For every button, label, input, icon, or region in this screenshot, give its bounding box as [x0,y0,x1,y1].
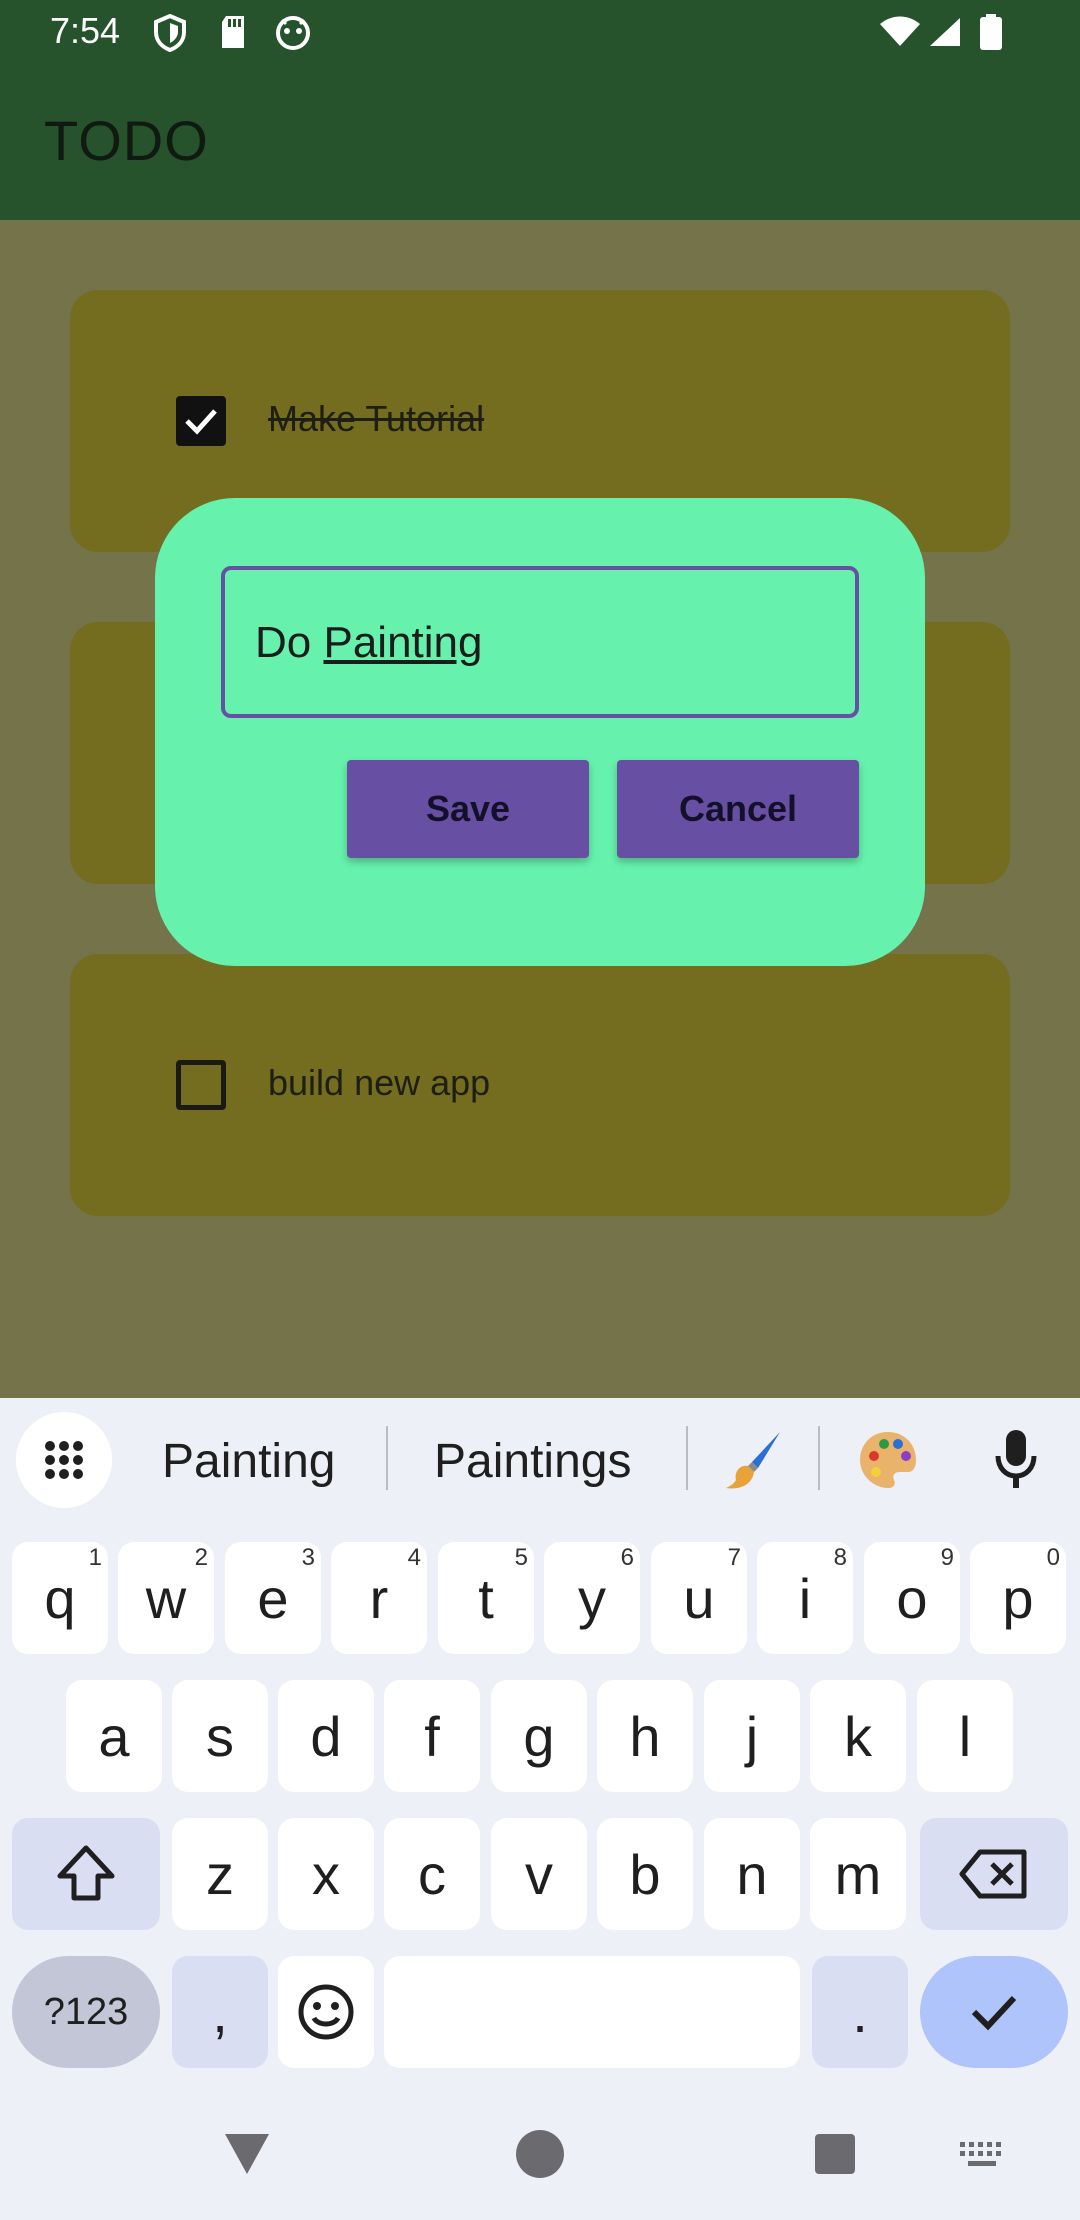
emoji-key[interactable] [278,1956,374,2068]
key-u-label: u [683,1566,715,1630]
key-e-label: e [257,1566,289,1630]
suggestion-1[interactable]: Painting [162,1434,335,1489]
edit-todo-dialog: Do Painting Save Cancel [155,498,925,966]
back-icon[interactable] [221,2130,273,2178]
key-s[interactable]: s [172,1680,268,1792]
suggestion-divider [386,1426,388,1490]
apps-grid-icon [45,1441,83,1479]
todo-item-3[interactable]: build new app [70,954,1010,1216]
keyboard-switch-icon[interactable] [958,2140,1006,2170]
key-x[interactable]: x [278,1818,374,1930]
key-t-label: t [478,1566,494,1630]
key-r-hint: 4 [407,1544,421,1571]
period-key[interactable]: . [812,1956,908,2068]
key-k[interactable]: k [810,1680,906,1792]
key-o-hint: 9 [940,1544,954,1571]
keyboard-menu-button[interactable] [16,1412,112,1508]
sd-card-icon [222,16,244,48]
key-p[interactable]: p0 [970,1542,1066,1654]
todo-checkbox-3[interactable] [176,1060,226,1110]
key-e-hint: 3 [301,1544,315,1571]
suggestion-2[interactable]: Paintings [434,1434,631,1489]
shift-arrow-icon [57,1845,115,1901]
checkmark-icon [185,409,217,435]
key-y-label: y [578,1566,606,1630]
key-t[interactable]: t5 [438,1542,534,1654]
key-h[interactable]: h [597,1680,693,1792]
key-p-hint: 0 [1046,1544,1060,1571]
key-q-hint: 1 [88,1544,102,1571]
paintbrush-emoji-icon[interactable] [722,1428,786,1492]
key-v[interactable]: v [491,1818,587,1930]
cellular-signal-icon [930,18,960,46]
suggestion-divider [818,1426,820,1490]
key-y-hint: 6 [620,1544,634,1571]
backspace-key[interactable] [920,1818,1068,1930]
battery-icon [980,14,1002,50]
key-b[interactable]: b [597,1818,693,1930]
symbols-key[interactable]: ?123 [12,1956,160,2068]
todo-label-1: Make Tutorial [268,398,485,439]
key-g[interactable]: g [491,1680,587,1792]
checkmark-icon [971,1995,1017,2031]
key-y[interactable]: y6 [544,1542,640,1654]
save-button[interactable]: Save [347,760,589,858]
suggestion-divider [686,1426,688,1490]
todo-label-3: build new app [268,1062,491,1103]
microphone-icon[interactable] [992,1428,1040,1492]
app-title: TODO [44,109,209,172]
key-l[interactable]: l [917,1680,1013,1792]
key-f[interactable]: f [384,1680,480,1792]
key-z[interactable]: z [172,1818,268,1930]
recents-icon[interactable] [813,2132,857,2176]
key-r[interactable]: r4 [331,1542,427,1654]
status-bar: 7:54 [0,0,1080,64]
key-u[interactable]: u7 [651,1542,747,1654]
comma-key[interactable]: , [172,1956,268,2068]
input-composing-text: Painting [323,618,483,667]
key-m[interactable]: m [810,1818,906,1930]
todo-checkbox-1[interactable] [176,396,226,446]
key-o-label: o [896,1566,928,1630]
shield-icon [154,14,186,52]
status-time: 7:54 [50,10,121,51]
suggestion-strip: Painting Paintings [0,1398,1080,1528]
key-a[interactable]: a [66,1680,162,1792]
key-i-hint: 8 [833,1544,847,1571]
input-prefix-text: Do [255,618,324,667]
key-u-hint: 7 [727,1544,741,1571]
palette-emoji-icon[interactable] [856,1428,920,1492]
key-p-label: p [1002,1566,1034,1630]
backspace-icon [959,1849,1027,1899]
key-q-label: q [44,1566,76,1630]
done-key[interactable] [920,1956,1068,2068]
key-j[interactable]: j [704,1680,800,1792]
soft-keyboard: Painting Paintings q1 w2 e3 r4 t5 y6 u7 … [0,1398,1080,2108]
key-c[interactable]: c [384,1818,480,1930]
key-w[interactable]: w2 [118,1542,214,1654]
key-w-label: w [145,1566,187,1630]
shift-key[interactable] [12,1818,160,1930]
key-e[interactable]: e3 [225,1542,321,1654]
key-n[interactable]: n [704,1818,800,1930]
navigation-bar [0,2108,1080,2220]
key-d[interactable]: d [278,1680,374,1792]
cancel-button[interactable]: Cancel [617,760,859,858]
key-r-label: r [369,1566,389,1630]
key-t-hint: 5 [514,1544,528,1571]
todo-text-value: Do Painting [255,618,483,668]
smiley-icon [298,1984,354,2040]
wifi-icon [880,16,920,46]
key-q[interactable]: q1 [12,1542,108,1654]
app-bar: TODO [0,64,1080,220]
todo-text-input[interactable]: Do Painting [221,566,859,718]
key-w-hint: 2 [194,1544,208,1571]
key-i-label: i [798,1566,812,1630]
key-i[interactable]: i8 [757,1542,853,1654]
home-icon[interactable] [514,2128,566,2180]
space-key[interactable] [384,1956,800,2068]
android-debug-icon [276,16,310,50]
key-o[interactable]: o9 [864,1542,960,1654]
